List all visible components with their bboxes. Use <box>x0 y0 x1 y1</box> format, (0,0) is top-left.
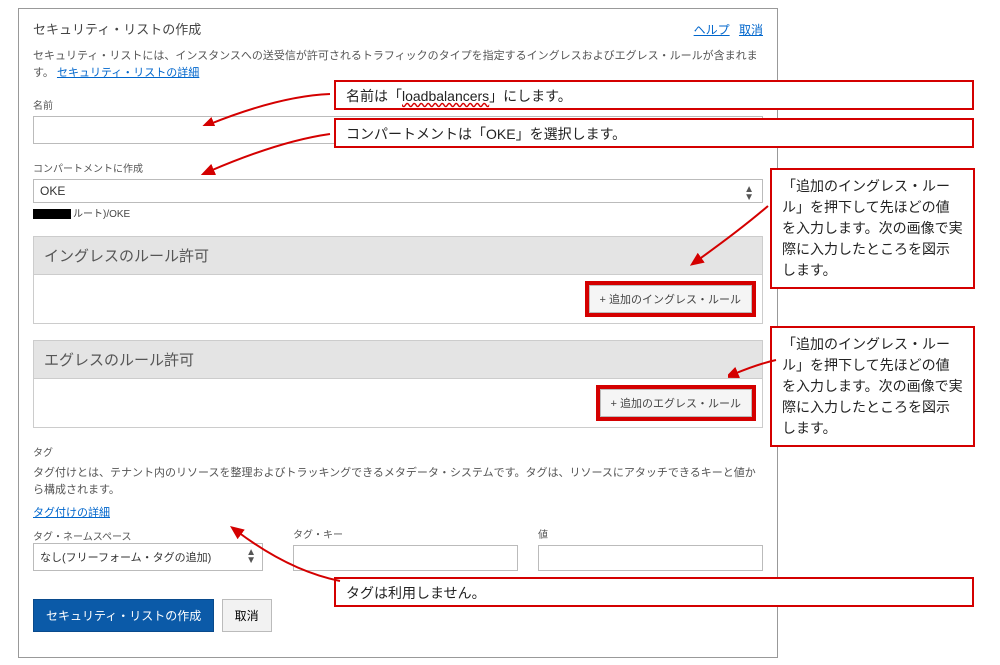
ingress-section-body: + 追加のイングレス・ルール <box>33 275 763 324</box>
add-egress-rule-button[interactable]: + 追加のエグレス・ルール <box>600 389 752 417</box>
tag-inputs-row: タグ・ネームスペース なし(フリーフォーム・タグの追加) ▲▼ タグ・キー 値 <box>33 526 763 571</box>
tags-heading: タグ <box>33 444 763 459</box>
annotation-name-value: loadbalancers <box>402 88 489 104</box>
annotation-name-pre: 名前は「 <box>346 88 402 104</box>
egress-section-header: エグレスのルール許可 <box>33 340 763 379</box>
annotation-name-post: 」にします。 <box>489 88 572 104</box>
compartment-select[interactable]: OKE ▲▼ <box>33 179 763 203</box>
help-link[interactable]: ヘルプ <box>694 23 730 37</box>
ingress-section-header: イングレスのルール許可 <box>33 236 763 275</box>
cancel-button[interactable]: 取消 <box>222 599 272 632</box>
tagging-details-link[interactable]: タグ付けの詳細 <box>33 504 110 520</box>
tag-value-col: 値 <box>538 526 763 571</box>
tag-value-label: 値 <box>538 526 763 541</box>
chevron-updown-icon: ▲▼ <box>246 549 256 565</box>
tag-namespace-col: タグ・ネームスペース なし(フリーフォーム・タグの追加) ▲▼ <box>33 528 273 571</box>
annotation-ingress: 「追加のイングレス・ルール」を押下して先ほどの値を入力します。次の画像で実際に入… <box>770 168 975 289</box>
tag-namespace-label: タグ・ネームスペース <box>33 528 273 543</box>
tag-namespace-value: なし(フリーフォーム・タグの追加) <box>40 549 211 565</box>
annotation-tags: タグは利用しません。 <box>334 577 974 607</box>
tag-key-input[interactable] <box>293 545 518 571</box>
page-title: セキュリティ・リストの作成 <box>33 19 201 38</box>
description-text: セキュリティ・リストには、インスタンスへの送受信が許可されるトラフィックのタイプ… <box>33 48 763 81</box>
chevron-updown-icon: ▲▼ <box>744 186 754 202</box>
tags-description: タグ付けとは、テナント内のリソースを整理およびトラッキングできるメタデータ・シス… <box>33 465 763 498</box>
compartment-breadcrumb: ルート)/OKE <box>33 205 763 220</box>
compartment-crumb-text: ルート)/OKE <box>73 209 130 220</box>
annotation-compartment: コンパートメントは「OKE」を選択します。 <box>334 118 974 148</box>
annotation-egress: 「追加のイングレス・ルール」を押下して先ほどの値を入力します。次の画像で実際に入… <box>770 326 975 447</box>
tag-key-col: タグ・キー <box>293 526 518 571</box>
cancel-link[interactable]: 取消 <box>739 23 763 37</box>
security-list-details-link[interactable]: セキュリティ・リストの詳細 <box>57 67 199 79</box>
dialog-header: セキュリティ・リストの作成 ヘルプ 取消 <box>33 19 763 42</box>
header-links: ヘルプ 取消 <box>688 21 763 38</box>
tag-key-label: タグ・キー <box>293 526 518 541</box>
create-button[interactable]: セキュリティ・リストの作成 <box>33 599 214 632</box>
add-ingress-rule-button[interactable]: + 追加のイングレス・ルール <box>589 285 752 313</box>
annotation-name: 名前は「loadbalancers」にします。 <box>334 80 974 110</box>
compartment-label: コンパートメントに作成 <box>33 160 763 175</box>
egress-section-body: + 追加のエグレス・ルール <box>33 379 763 428</box>
tag-namespace-select[interactable]: なし(フリーフォーム・タグの追加) ▲▼ <box>33 543 263 571</box>
compartment-value: OKE <box>40 184 65 198</box>
tag-value-input[interactable] <box>538 545 763 571</box>
redacted-block <box>33 209 71 219</box>
tags-desc-text: タグ付けとは、テナント内のリソースを整理およびトラッキングできるメタデータ・シス… <box>33 467 756 496</box>
